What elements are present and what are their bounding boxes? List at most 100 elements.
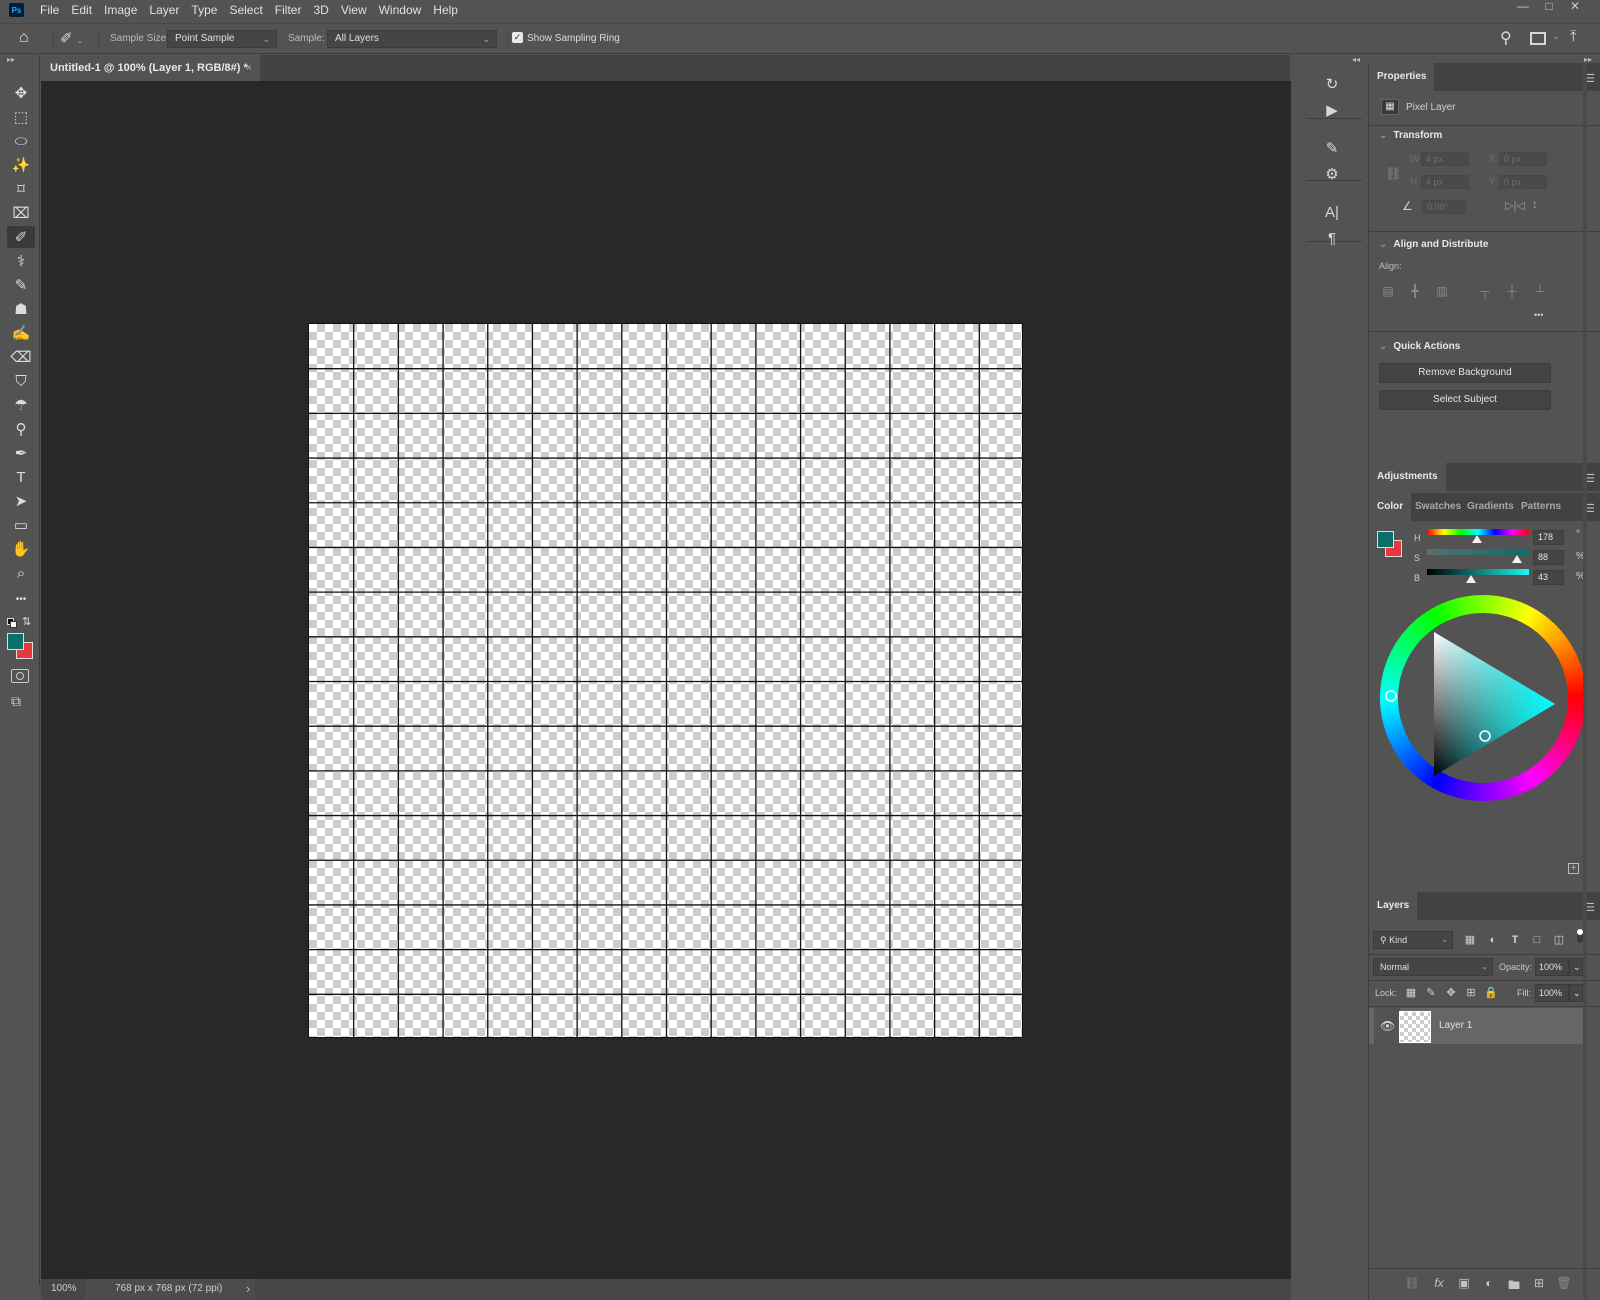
brightness-slider[interactable] xyxy=(1427,569,1529,575)
brush-tool[interactable]: ✎ xyxy=(7,274,35,296)
link-icon[interactable]: ⛓ xyxy=(1385,166,1402,182)
layer-filter-select[interactable]: ⚲ Kind ⌄ xyxy=(1373,931,1453,949)
lock-artboard-icon[interactable]: ⊞ xyxy=(1462,985,1480,1001)
lock-image-pixels-icon[interactable]: ✎ xyxy=(1422,985,1440,1001)
status-menu-arrow[interactable]: › xyxy=(246,1281,250,1296)
align-bottom-icon[interactable]: ┴ xyxy=(1532,284,1548,298)
y-field[interactable]: 0 px xyxy=(1499,175,1547,189)
width-field[interactable]: 4 px xyxy=(1421,152,1469,166)
more-options-icon[interactable]: ••• xyxy=(1534,310,1543,320)
new-adjustment-layer-icon[interactable]: ◐ xyxy=(1480,1276,1498,1290)
history-icon[interactable]: ↻ xyxy=(1319,72,1345,96)
share-icon[interactable]: ⤒ xyxy=(1570,28,1577,45)
layer-name[interactable]: Layer 1 xyxy=(1439,1020,1472,1031)
zoom-level[interactable]: 100% xyxy=(51,1283,77,1294)
menu-filter[interactable]: Filter xyxy=(269,0,308,20)
tab-layers[interactable]: Layers xyxy=(1369,892,1418,920)
foreground-color-swatch[interactable] xyxy=(1377,531,1394,548)
new-group-icon[interactable]: 🖿 xyxy=(1505,1276,1523,1297)
saturation-value[interactable]: 88 xyxy=(1533,550,1564,565)
lock-position-icon[interactable]: ✥ xyxy=(1442,985,1460,1001)
align-section-header[interactable]: ⌄ Align and Distribute xyxy=(1379,239,1488,250)
eraser-tool[interactable]: ⌫ xyxy=(7,346,35,368)
menu-3d[interactable]: 3D xyxy=(307,0,334,20)
chevron-down-icon[interactable]: ⌄ xyxy=(1552,31,1560,42)
flip-horizontal-icon[interactable]: ▷|◁ xyxy=(1505,199,1525,212)
lock-all-icon[interactable]: 🔒 xyxy=(1482,985,1500,1001)
frame-tool[interactable]: ⌧ xyxy=(7,202,35,224)
minimize-button[interactable]: — xyxy=(1510,0,1536,14)
healing-brush-tool[interactable]: ⚕ xyxy=(7,250,35,272)
paragraph-icon[interactable]: ¶ xyxy=(1319,226,1345,250)
home-icon[interactable]: ⌂ xyxy=(19,29,29,47)
menu-image[interactable]: Image xyxy=(98,0,143,20)
lock-transparent-pixels-icon[interactable]: ▦ xyxy=(1402,985,1420,1001)
align-right-icon[interactable]: ▥ xyxy=(1434,284,1450,298)
tab-adjustments[interactable]: Adjustments xyxy=(1369,463,1446,491)
align-top-icon[interactable]: ┬ xyxy=(1477,284,1493,298)
hand-tool[interactable]: ✋ xyxy=(7,538,35,560)
crop-tool[interactable]: ⌑ xyxy=(7,178,35,200)
document-canvas[interactable] xyxy=(308,323,1023,1038)
more-tools[interactable]: ••• xyxy=(7,588,35,610)
menu-help[interactable]: Help xyxy=(427,0,464,20)
menu-window[interactable]: Window xyxy=(373,0,428,20)
filter-shape-icon[interactable]: □ xyxy=(1528,932,1546,948)
close-window-button[interactable]: ✕ xyxy=(1562,0,1588,14)
filter-smart-object-icon[interactable]: ◫ xyxy=(1550,932,1568,948)
menu-view[interactable]: View xyxy=(335,0,373,20)
hue-slider-thumb[interactable] xyxy=(1472,535,1483,543)
layer-effects-icon[interactable]: fx xyxy=(1430,1276,1448,1290)
screen-mode-icon[interactable]: ⧉ xyxy=(11,693,21,710)
rectangle-tool[interactable]: ▭ xyxy=(7,514,35,536)
link-layers-icon[interactable]: ⛓ xyxy=(1403,1276,1421,1290)
filter-adjustment-icon[interactable]: ◐ xyxy=(1484,932,1502,948)
layer-row[interactable]: 👁 Layer 1 xyxy=(1369,1008,1583,1044)
visibility-eye-icon[interactable]: 👁 xyxy=(1380,1019,1395,1033)
history-brush-tool[interactable]: ✍ xyxy=(7,322,35,344)
menu-select[interactable]: Select xyxy=(223,0,268,20)
fill-field[interactable]: 100% xyxy=(1535,984,1569,1002)
paint-bucket-tool[interactable]: ⛉ xyxy=(7,370,35,392)
height-field[interactable]: 4 px xyxy=(1421,175,1469,189)
fill-dropdown[interactable]: ⌄ xyxy=(1569,984,1583,1002)
brightness-value[interactable]: 43 xyxy=(1533,570,1564,585)
hue-value[interactable]: 178 xyxy=(1533,530,1564,545)
tab-properties[interactable]: Properties xyxy=(1369,63,1435,91)
menu-type[interactable]: Type xyxy=(185,0,223,20)
align-left-icon[interactable]: ▤ xyxy=(1380,284,1396,298)
foreground-color-swatch[interactable] xyxy=(7,633,24,650)
new-layer-icon[interactable]: ⊞ xyxy=(1530,1276,1548,1290)
menu-file[interactable]: File xyxy=(34,0,65,20)
maximize-button[interactable]: □ xyxy=(1536,0,1562,14)
filter-type-icon[interactable]: T xyxy=(1506,932,1524,948)
align-horizontal-center-icon[interactable]: ╋ xyxy=(1407,284,1423,298)
quick-mask-icon[interactable] xyxy=(11,669,29,683)
dodge-tool[interactable]: ⚲ xyxy=(7,418,35,440)
default-colors-icon[interactable] xyxy=(7,618,17,628)
flip-vertical-icon[interactable]: ↕ xyxy=(1532,197,1538,211)
saturation-slider-thumb[interactable] xyxy=(1511,555,1522,563)
new-panel-icon[interactable]: + xyxy=(1568,863,1579,874)
close-document-icon[interactable]: × xyxy=(246,55,252,81)
filter-pixel-icon[interactable]: ▦ xyxy=(1461,932,1479,948)
layer-thumbnail[interactable] xyxy=(1399,1011,1431,1043)
zoom-tool[interactable]: ⌕ xyxy=(7,562,35,584)
transform-section-header[interactable]: ⌄ Transform xyxy=(1379,130,1442,141)
actions-play-icon[interactable]: ▶ xyxy=(1319,98,1345,122)
eyedropper-preset-icon[interactable]: ✐ ⌄ xyxy=(60,29,83,47)
swap-colors-icon[interactable]: ⇅ xyxy=(22,615,31,628)
sample-size-select[interactable]: Point Sample ⌄ xyxy=(167,30,277,48)
type-tool[interactable]: T xyxy=(7,466,35,488)
menu-layer[interactable]: Layer xyxy=(143,0,185,20)
color-wheel[interactable] xyxy=(1378,593,1588,803)
workspace-icon[interactable] xyxy=(1530,32,1546,45)
panel-scrollbar[interactable] xyxy=(1583,63,1587,1300)
remove-background-button[interactable]: Remove Background xyxy=(1379,363,1551,383)
search-icon[interactable]: ⚲ xyxy=(1500,28,1512,48)
collapse-toolbar-icon[interactable]: ▸▸ xyxy=(7,55,15,64)
brightness-slider-thumb[interactable] xyxy=(1465,575,1476,583)
clone-stamp-tool[interactable]: ☗ xyxy=(7,298,35,320)
x-field[interactable]: 0 px xyxy=(1499,152,1547,166)
sample-select[interactable]: All Layers ⌄ xyxy=(327,30,497,48)
